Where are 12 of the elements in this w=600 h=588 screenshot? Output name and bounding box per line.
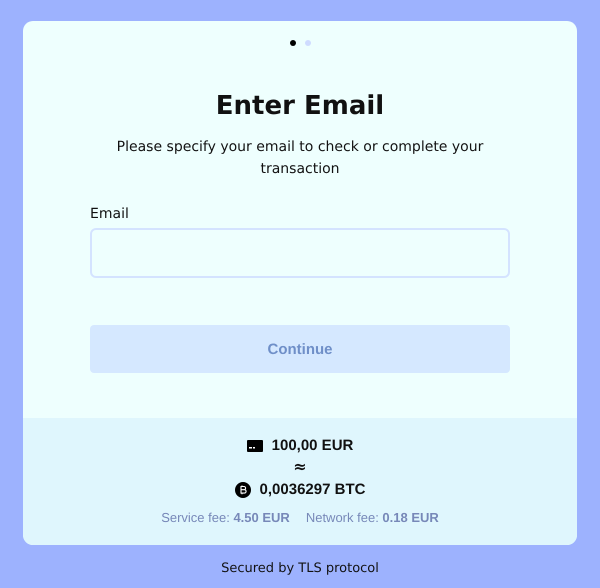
footer-text: Secured by TLS protocol (220, 561, 380, 576)
email-field[interactable] (90, 228, 510, 278)
crypto-amount: 0,0036297 BTC (260, 480, 366, 500)
subtitle: Please specify your email to check or complete your transaction (116, 138, 484, 179)
approx-sign: ≈ (293, 457, 307, 477)
fee-text: Service fee: 4.50 EUR (161, 510, 290, 525)
fiat-amount: 100,00 EUR (272, 436, 354, 456)
coin-icon (234, 482, 251, 498)
fee-text: Network fee: 0.18 EUR (306, 510, 439, 525)
field-label: Email (90, 205, 130, 223)
card-icon (246, 440, 263, 452)
page-title: Enter Email (214, 90, 386, 122)
